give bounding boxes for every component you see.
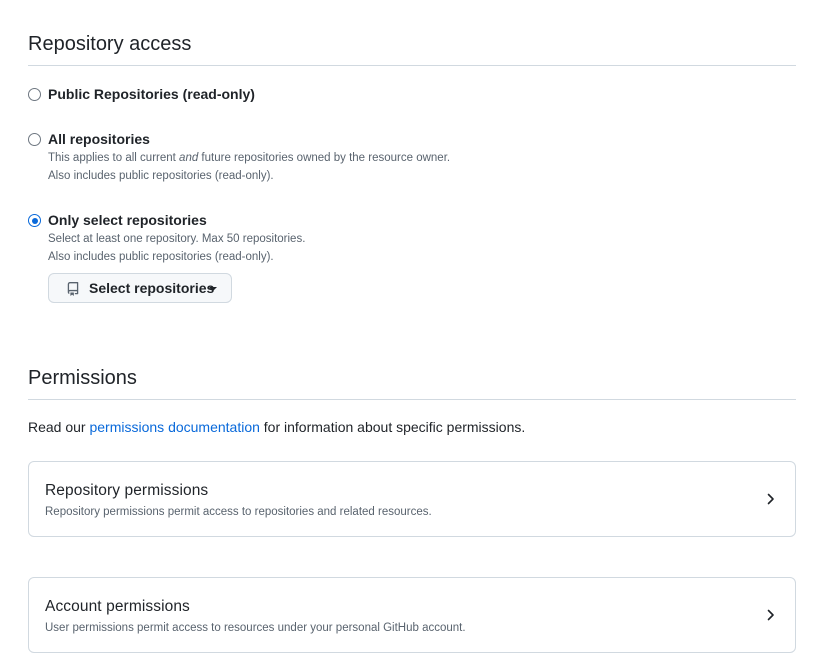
repository-permissions-description: Repository permissions permit access to … (45, 506, 432, 518)
permissions-documentation-link[interactable]: permissions documentation (89, 419, 259, 435)
caret-down-icon (209, 287, 217, 291)
repository-permissions-card[interactable]: Repository permissions Repository permis… (28, 461, 796, 537)
radio-note-select-line1: Select at least one repository. Max 50 r… (48, 233, 306, 245)
radio-label-select[interactable]: Only select repositories (48, 211, 207, 229)
radio-label-public[interactable]: Public Repositories (read-only) (48, 85, 255, 103)
permissions-title: Permissions (28, 367, 137, 389)
select-repositories-label: Select repositories (89, 280, 215, 296)
account-permissions-title: Account permissions (45, 598, 190, 615)
repository-permissions-title: Repository permissions (45, 482, 209, 499)
note-emphasis: and (179, 152, 199, 164)
radio-select[interactable] (28, 214, 41, 227)
intro-text: Read our (28, 419, 90, 435)
chevron-right-icon[interactable] (767, 493, 775, 505)
note-text: future repositories owned by the resourc… (198, 152, 451, 164)
section-divider (28, 65, 796, 66)
permissions-intro: Read our permissions documentation for i… (28, 418, 525, 436)
radio-note-all-line1: This applies to all current and future r… (48, 149, 450, 167)
radio-note-select-line2: Also includes public repositories (read-… (48, 251, 274, 263)
account-permissions-description: User permissions permit access to resour… (45, 622, 466, 634)
radio-all[interactable] (28, 133, 41, 146)
repository-access-title: Repository access (28, 33, 192, 55)
note-text: This applies to all current (48, 152, 180, 164)
intro-text: for information about specific permissio… (259, 419, 526, 435)
account-permissions-card[interactable]: Account permissions User permissions per… (28, 577, 796, 653)
chevron-right-icon[interactable] (767, 609, 775, 621)
select-repositories-button[interactable]: Select repositories (48, 273, 232, 303)
radio-label-all[interactable]: All repositories (48, 130, 150, 148)
radio-note-all-line2: Also includes public repositories (read-… (48, 170, 274, 182)
repo-icon (67, 282, 79, 296)
radio-public[interactable] (28, 88, 41, 101)
section-divider (28, 399, 796, 400)
